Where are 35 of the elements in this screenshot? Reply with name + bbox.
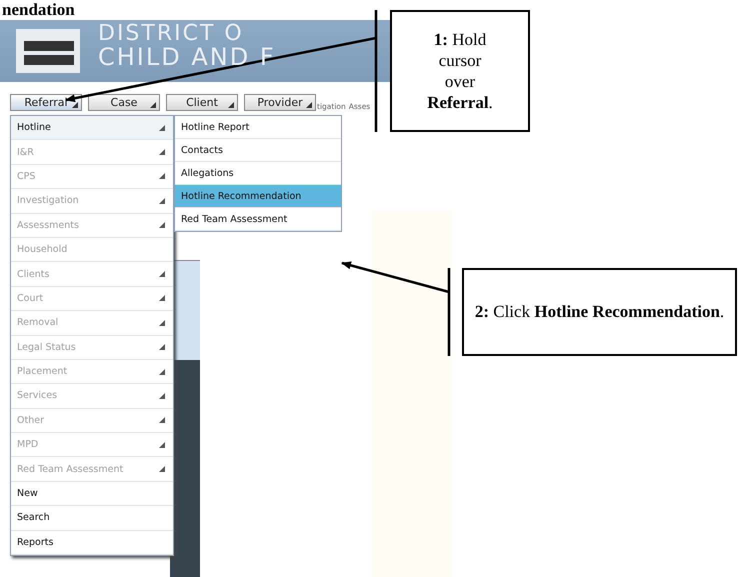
submenu-item[interactable]: Contacts — [175, 139, 341, 162]
submenu-arrow-icon — [159, 442, 165, 448]
submenu-arrow-icon — [159, 295, 165, 302]
dropdown-caret-icon — [228, 102, 234, 108]
menu-tab[interactable]: Case — [88, 94, 160, 111]
flag-logo-icon — [16, 29, 80, 73]
instruction-callout: 1: Hold cursor over Referral. — [390, 10, 530, 132]
submenu-arrow-icon — [159, 173, 165, 180]
dropdown-caret-icon — [150, 102, 156, 108]
dropdown-caret-icon — [306, 102, 312, 108]
dropdown-caret-icon — [72, 102, 78, 108]
menu-tab[interactable]: Referral — [10, 94, 82, 111]
menu-item[interactable]: Search — [11, 506, 173, 531]
submenu-arrow-icon — [159, 417, 165, 424]
menu-item[interactable]: Hotline — [11, 116, 173, 140]
instruction-callout: 2: Click Hotline Recommendation. — [462, 268, 737, 356]
submenu-arrow-icon — [159, 222, 165, 228]
menu-item[interactable]: New — [11, 482, 173, 506]
submenu-arrow-icon — [159, 198, 165, 204]
menu-tab[interactable]: Provider — [244, 94, 316, 111]
banner-title: DISTRICT O — [98, 22, 245, 45]
submenu-item[interactable]: Red Team Assessment — [175, 208, 341, 231]
submenu-arrow-icon — [159, 149, 165, 156]
submenu-arrow-icon — [159, 392, 165, 399]
submenu-arrow-icon — [159, 344, 165, 350]
submenu-item[interactable]: Hotline Report — [175, 116, 341, 139]
page-heading: nendation — [1, 0, 76, 20]
submenu-arrow-icon — [159, 466, 165, 472]
submenu-arrow-icon — [159, 271, 165, 278]
submenu-item[interactable]: Hotline Recommendation — [175, 185, 341, 208]
submenu-arrow-icon — [159, 124, 165, 131]
menu-item[interactable]: Reports — [11, 530, 173, 556]
menu-tab[interactable]: Client — [166, 94, 238, 111]
submenu-arrow-icon — [159, 320, 165, 326]
submenu-arrow-icon — [159, 368, 165, 375]
